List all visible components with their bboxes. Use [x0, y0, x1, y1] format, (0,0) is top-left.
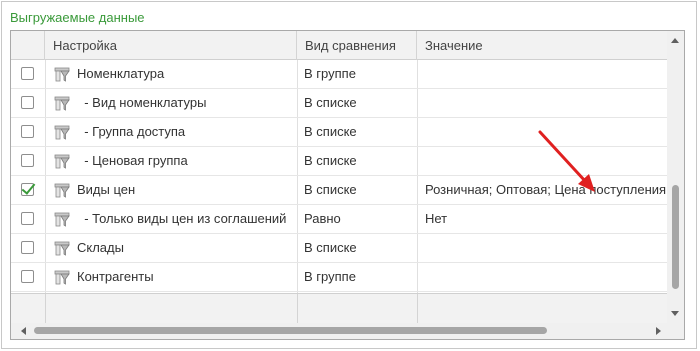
row-checkbox[interactable]: [21, 270, 34, 283]
scroll-up-arrow-icon[interactable]: [671, 38, 679, 43]
setting-name: Номенклатура: [77, 66, 165, 81]
filter-field-icon: [54, 125, 70, 140]
table-row[interactable]: - Ценовая группа В списке: [11, 147, 668, 176]
filter-field-icon: [54, 183, 70, 198]
vertical-scroll-thumb[interactable]: [672, 185, 679, 289]
comparison-type[interactable]: В группе: [304, 263, 356, 291]
row-checkbox[interactable]: [21, 67, 34, 80]
column-header-value[interactable]: Значение: [417, 31, 668, 60]
row-checkbox[interactable]: [21, 241, 34, 254]
vertical-scrollbar[interactable]: [667, 31, 684, 323]
column-header-setting[interactable]: Настройка: [45, 31, 297, 60]
setting-value[interactable]: Нет: [425, 205, 447, 233]
setting-name: Виды цен: [77, 182, 136, 197]
comparison-type[interactable]: В группе: [304, 60, 356, 88]
table-row[interactable]: - Группа доступа В списке: [11, 118, 668, 147]
row-checkbox[interactable]: [21, 212, 34, 225]
table-row[interactable]: Склады В списке: [11, 234, 668, 263]
checkmark-icon: [21, 180, 36, 195]
setting-name: Склады: [77, 240, 124, 255]
settings-table: Настройка Вид сравнения Значение Номенкл…: [10, 30, 685, 340]
scroll-left-arrow-icon[interactable]: [21, 327, 26, 335]
filter-field-icon: [54, 154, 70, 169]
setting-name: Контрагенты: [77, 269, 154, 284]
table-row[interactable]: Виды цен В списке Розничная; Оптовая; Цена…: [11, 176, 668, 205]
setting-name: - Ценовая группа: [77, 153, 188, 168]
setting-name: - Группа доступа: [77, 124, 186, 139]
table-row[interactable]: Контрагенты В группе: [11, 263, 668, 292]
table-row[interactable]: - Вид номенклатуры В списке: [11, 89, 668, 118]
filter-field-icon: [54, 67, 70, 82]
row-checkbox[interactable]: [21, 180, 36, 196]
checkbox-column-header[interactable]: [11, 31, 45, 60]
filter-field-icon: [54, 241, 70, 256]
group-title: Выгружаемые данные: [10, 10, 145, 25]
row-checkbox[interactable]: [21, 125, 34, 138]
horizontal-scroll-thumb[interactable]: [34, 327, 547, 334]
table-row[interactable]: Номенклатура В группе: [11, 60, 668, 89]
setting-value[interactable]: Розничная; Оптовая; Цена поступления: [425, 176, 666, 204]
scroll-right-arrow-icon[interactable]: [656, 327, 661, 335]
comparison-type[interactable]: В списке: [304, 89, 357, 117]
comparison-type[interactable]: Равно: [304, 205, 341, 233]
row-checkbox[interactable]: [21, 96, 34, 109]
filter-field-icon: [54, 270, 70, 285]
setting-name: - Вид номенклатуры: [77, 95, 207, 110]
setting-name: - Только виды цен из соглашений: [77, 211, 287, 226]
table-body: Номенклатура В группе - Вид номенклатуры В…: [11, 60, 668, 292]
comparison-type[interactable]: В списке: [304, 118, 357, 146]
row-checkbox[interactable]: [21, 154, 34, 167]
filter-field-icon: [54, 96, 70, 111]
comparison-type[interactable]: В списке: [304, 176, 357, 204]
table-row[interactable]: - Только виды цен из соглашений Равно Нет: [11, 205, 668, 234]
scroll-down-arrow-icon[interactable]: [671, 311, 679, 316]
column-header-comparison[interactable]: Вид сравнения: [297, 31, 417, 60]
table-header: Настройка Вид сравнения Значение: [11, 31, 668, 60]
comparison-type[interactable]: В списке: [304, 147, 357, 175]
comparison-type[interactable]: В списке: [304, 234, 357, 262]
horizontal-scrollbar[interactable]: [11, 323, 684, 339]
filter-field-icon: [54, 212, 70, 227]
table-footer: [11, 293, 668, 323]
